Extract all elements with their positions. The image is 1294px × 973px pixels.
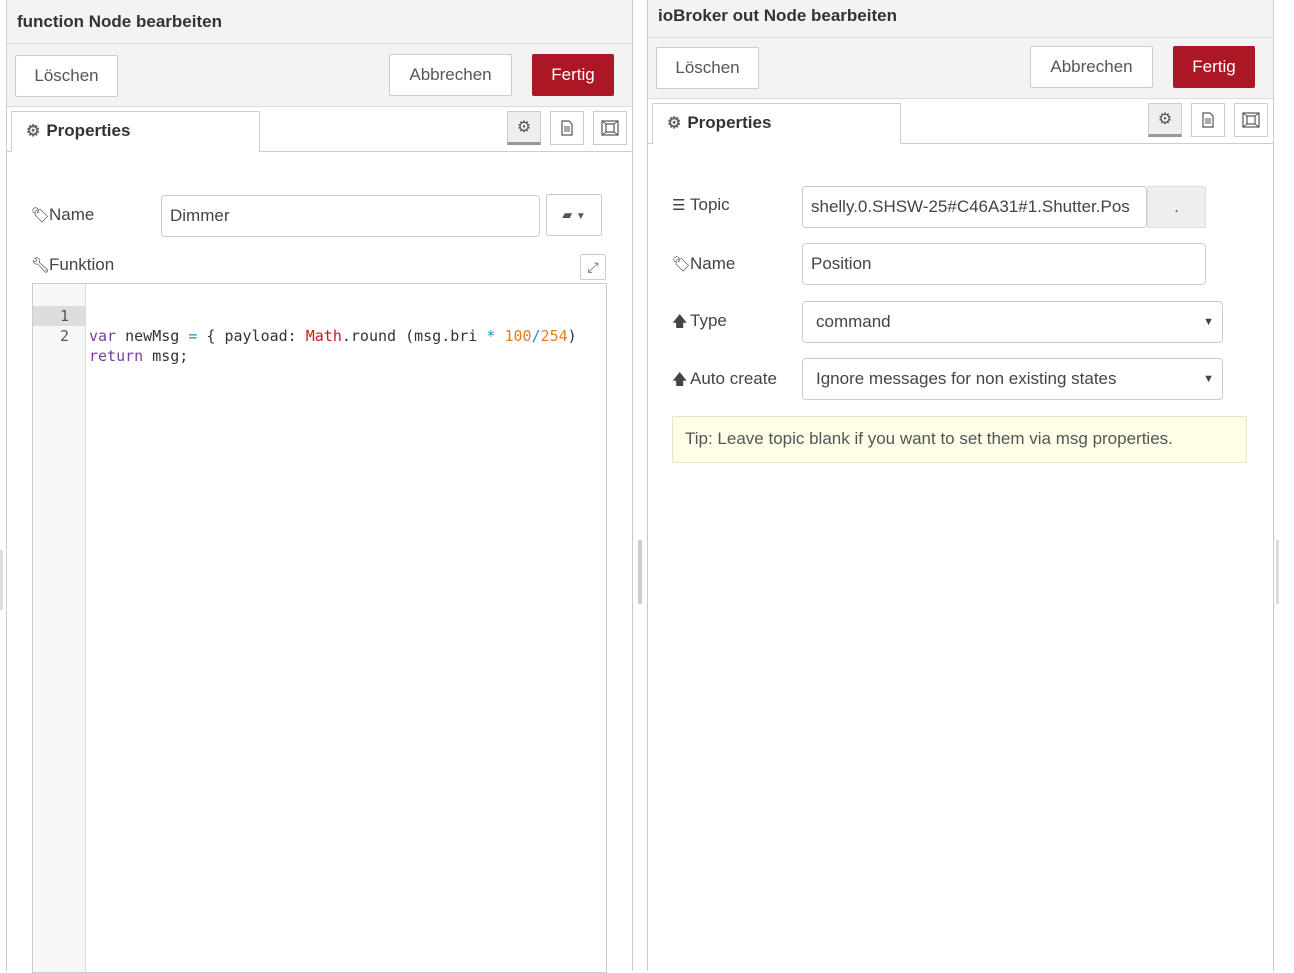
- tag-icon: 🏷︎: [31, 207, 51, 224]
- gear-icon: ⚙: [516, 119, 532, 136]
- autocreate-label: 🡅 Auto create: [672, 369, 777, 394]
- expand-icon: ⤢: [587, 259, 599, 275]
- cancel-button[interactable]: Abbrechen: [389, 54, 512, 96]
- left-resize-handle[interactable]: [0, 550, 3, 610]
- name-input[interactable]: Dimmer: [161, 195, 540, 237]
- middle-resize-handle[interactable]: [638, 540, 642, 604]
- name-label: 🏷︎Name: [672, 254, 736, 273]
- list-icon: ☰: [672, 197, 686, 214]
- type-select[interactable]: command ▼: [802, 301, 1223, 343]
- dialog-title: ioBroker out Node bearbeiten: [648, 0, 1273, 38]
- appearance-icon: [1242, 112, 1260, 128]
- code-editor[interactable]: 1 var newMsg = { payload: Math.round (ms…: [32, 283, 607, 973]
- chevron-down-icon: ▼: [1203, 373, 1214, 385]
- tab-properties[interactable]: ⚙ Properties: [652, 103, 901, 144]
- autocreate-select[interactable]: Ignore messages for non existing states …: [802, 358, 1223, 400]
- done-button[interactable]: Fertig: [532, 54, 614, 96]
- function-node-editor: function Node bearbeiten Löschen Abbrech…: [6, 0, 633, 973]
- code-text: return msg;: [89, 347, 189, 365]
- tag-icon: 🏷︎: [672, 256, 692, 273]
- chevron-down-icon: ▼: [575, 211, 586, 222]
- library-button[interactable]: ▰ ▼: [546, 194, 602, 236]
- gear-icon: ⚙: [26, 123, 41, 140]
- chevron-down-icon: ▼: [1203, 316, 1214, 328]
- tab-label: Properties: [46, 121, 131, 140]
- gear-icon: ⚙: [667, 115, 682, 132]
- topic-input[interactable]: shelly.0.SHSW-25#C46A31#1.Shutter.Pos: [802, 186, 1147, 228]
- tab-properties[interactable]: ⚙ Properties: [11, 111, 260, 152]
- action-bar: Löschen Abbrechen Fertig: [7, 44, 632, 107]
- appearance-tab-button[interactable]: [593, 111, 627, 145]
- iobroker-node-editor: ioBroker out Node bearbeiten Löschen Abb…: [647, 0, 1274, 971]
- tab-bar: ⚙ Properties ⚙: [648, 99, 1273, 144]
- wrench-icon: 🔧︎: [31, 257, 51, 274]
- code-line: 2 return msg;: [33, 306, 606, 365]
- appearance-tab-button[interactable]: [1234, 103, 1268, 137]
- right-resize-handle[interactable]: [1276, 540, 1279, 604]
- line-number: 2: [59, 327, 69, 345]
- description-icon: [561, 120, 573, 136]
- description-icon: [1202, 112, 1214, 128]
- code-text: var newMsg = { payload: Math.round (msg.…: [89, 327, 577, 345]
- appearance-icon: [601, 120, 619, 136]
- line-gutter: [33, 284, 86, 972]
- type-label: 🡅 Type: [672, 311, 727, 336]
- tip-box: Tip: Leave topic blank if you want to se…: [672, 416, 1247, 463]
- delete-button[interactable]: Löschen: [15, 55, 118, 97]
- properties-tab-button[interactable]: ⚙: [507, 111, 541, 145]
- properties-tab-button[interactable]: ⚙: [1148, 103, 1182, 137]
- expand-editor-button[interactable]: ⤢: [580, 254, 606, 280]
- tab-bar: ⚙ Properties ⚙: [7, 107, 632, 152]
- done-button[interactable]: Fertig: [1173, 46, 1255, 88]
- topic-select-button[interactable]: .: [1147, 186, 1206, 228]
- book-icon: ▰: [562, 207, 573, 222]
- name-input[interactable]: Position: [802, 243, 1206, 285]
- type-value: command: [816, 312, 891, 331]
- name-label: 🏷︎Name: [31, 205, 95, 224]
- topic-label: ☰ Topic: [672, 195, 730, 214]
- description-tab-button[interactable]: [1191, 103, 1225, 137]
- dialog-title: function Node bearbeiten: [7, 0, 632, 44]
- delete-button[interactable]: Löschen: [656, 47, 759, 89]
- gear-icon: ⚙: [1157, 111, 1173, 128]
- description-tab-button[interactable]: [550, 111, 584, 145]
- arrow-up-icon: 🡅: [672, 313, 688, 330]
- cancel-button[interactable]: Abbrechen: [1030, 46, 1153, 88]
- action-bar: Löschen Abbrechen Fertig: [648, 38, 1273, 99]
- code-line: 1 var newMsg = { payload: Math.round (ms…: [33, 286, 606, 345]
- autocreate-value: Ignore messages for non existing states: [816, 369, 1117, 388]
- tab-label: Properties: [687, 113, 772, 132]
- arrow-up-icon: 🡅: [672, 371, 688, 388]
- function-label: 🔧︎Funktion: [31, 255, 115, 274]
